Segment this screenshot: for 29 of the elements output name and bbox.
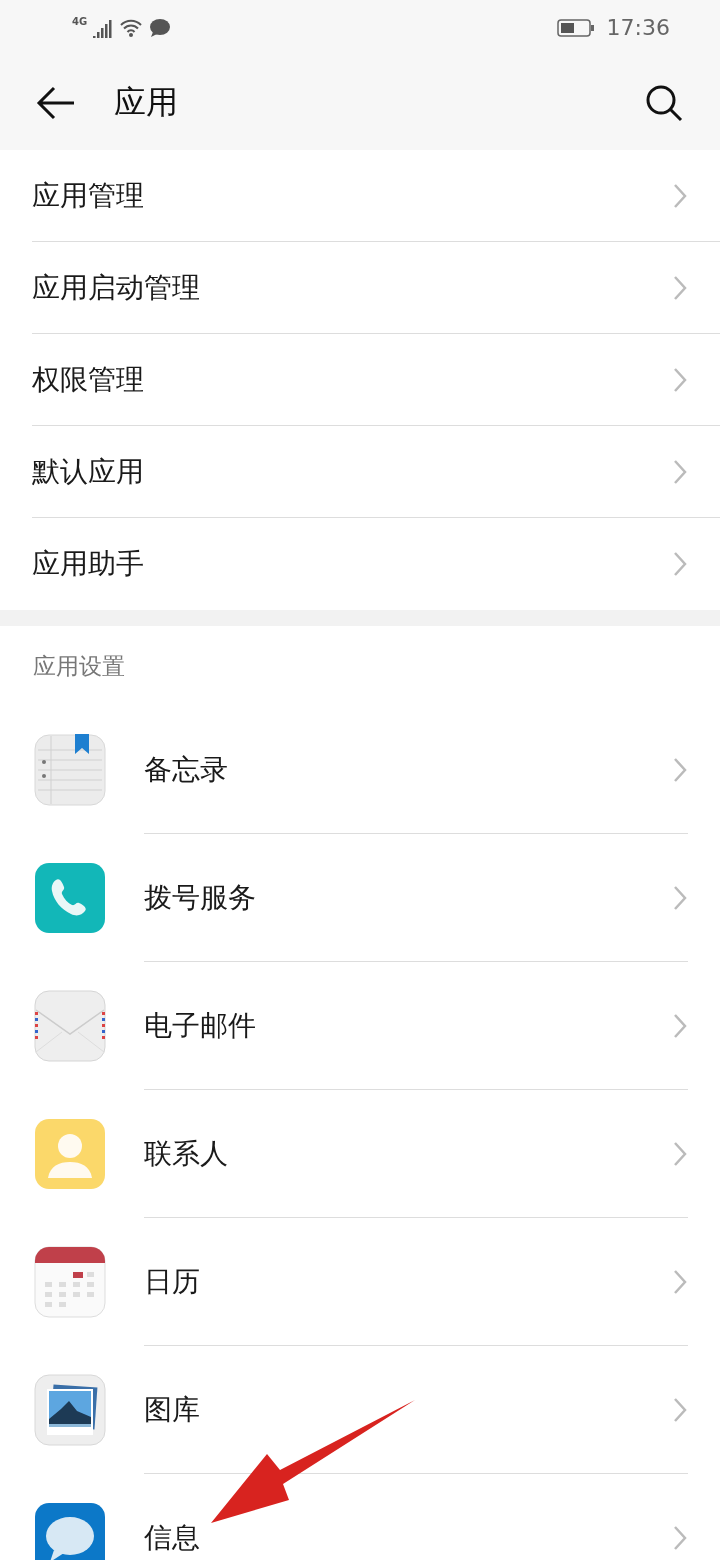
wifi-icon [119,17,144,38]
menu-item[interactable]: 默认应用 [32,426,720,518]
battery-icon [556,17,595,38]
app-item[interactable]: 拨号服务 [144,834,688,962]
menu-item[interactable]: 权限管理 [32,334,720,426]
app-item[interactable]: 日历 [144,1218,688,1346]
app-item[interactable]: 信息 [144,1474,688,1560]
phone-icon [34,862,106,934]
photos-icon [34,1374,106,1446]
person-icon [34,1118,106,1190]
app-item[interactable]: 电子邮件 [144,962,688,1090]
chat-bubble-icon [149,17,172,38]
menu-item[interactable]: 应用助手 [32,518,720,610]
page-title: 应用 [114,81,179,123]
chevron-icon [672,1524,688,1552]
calendar-icon [34,1246,106,1318]
notes-icon [34,734,106,806]
menu-item[interactable]: 应用管理 [32,150,720,242]
back-button[interactable] [36,84,76,121]
chevron-icon [672,550,688,578]
app-item[interactable]: 联系人 [144,1090,688,1218]
speech-bubble-icon [34,1502,106,1560]
menu-item[interactable]: 应用启动管理 [32,242,720,334]
signal-icon [93,17,114,38]
app-item[interactable]: 备忘录 [144,706,688,834]
envelope-icon [34,990,106,1062]
section-title: 应用设置 [32,651,126,681]
network-type: 4G [72,16,88,27]
clock-time: 17:36 [606,15,670,40]
